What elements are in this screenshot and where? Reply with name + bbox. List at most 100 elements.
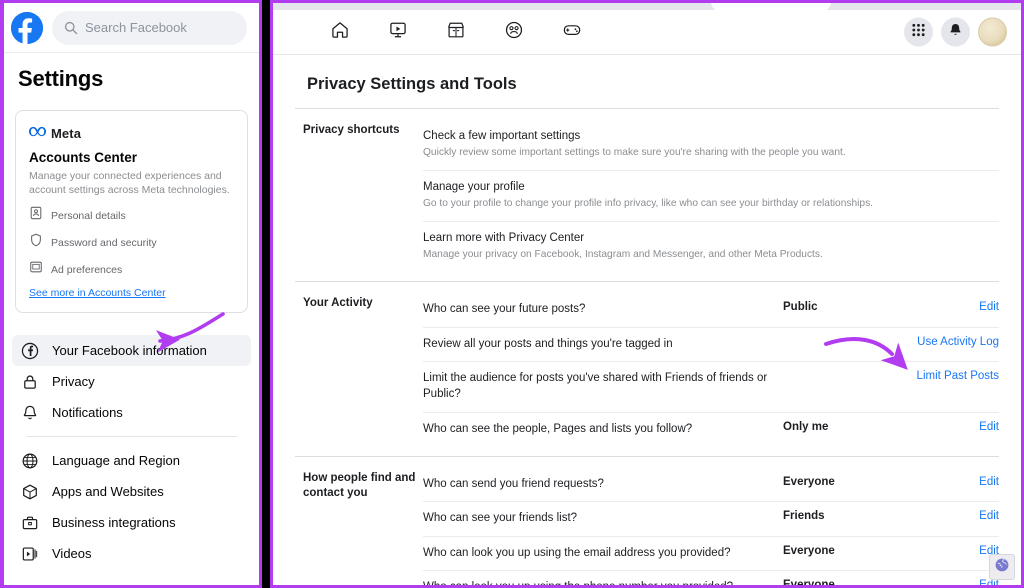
ad-screen-icon [29,260,43,279]
row-action-link[interactable]: Use Activity Log [903,336,999,348]
table-row[interactable]: Manage your profile Go to your profile t… [423,171,999,222]
nav-groups-button[interactable] [485,12,543,52]
meta-brand-row: Meta [29,124,234,142]
accounts-center-item-personal-details[interactable]: Personal details [29,206,234,225]
sidebar-item-business-integrations[interactable]: Business integrations [12,507,251,538]
notifications-bell-icon [948,22,963,42]
section-your-activity: Your Activity Who can see your future po… [295,282,999,446]
row-question: Check a few important settings [423,130,581,142]
section-privacy-shortcuts: Privacy shortcuts Check a few important … [295,109,999,271]
accounts-center-item-label: Personal details [51,209,126,222]
meta-brand-label: Meta [51,125,82,141]
row-value: Everyone [783,476,835,489]
row-question: Learn more with Privacy Center [423,231,585,244]
language-globe-badge[interactable] [989,554,1015,580]
row-action-link[interactable]: Edit [903,421,999,433]
row-question: Who can look you up using the email addr… [423,546,731,559]
screenshot-stage: Search Facebook Settings Meta Accounts C… [0,0,1024,588]
search-input[interactable]: Search Facebook [52,10,247,45]
sidebar-item-your-facebook-information[interactable]: Your Facebook information [12,335,251,367]
nav-home-button[interactable] [311,12,369,52]
row-value: Only me [783,420,829,433]
row-value: Friends [783,510,825,523]
gaming-icon [562,20,582,45]
accounts-center-item-password-and-security[interactable]: Password and security [29,233,234,252]
table-row: Who can see the people, Pages and lists … [423,413,999,446]
accounts-center-description: Manage your connected experiences and ac… [29,170,230,197]
nav-gaming-button[interactable] [543,12,601,52]
row-value: Everyone [783,544,835,557]
nav-marketplace-button[interactable] [427,12,485,52]
section-label: How people find and contact you [303,472,416,500]
sidebar-divider [26,436,237,438]
id-card-icon [29,206,43,225]
row-action-link[interactable]: Limit Past Posts [903,370,999,382]
row-action-link[interactable]: Edit [903,579,999,585]
sidebar-item-videos[interactable]: Videos [12,538,251,569]
notifications-button[interactable] [941,17,970,47]
facebook-logo[interactable] [11,11,43,44]
row-question: Who can see your future posts? [423,303,586,316]
briefcase-icon [20,513,39,532]
globe-icon [20,451,39,470]
row-subtitle: Quickly review some important settings t… [423,147,846,159]
sidebar-item-label: Privacy [52,374,95,390]
bell-icon [20,403,39,422]
section-label: Your Activity [303,297,373,310]
table-row: Who can see your friends list? Friends E… [423,502,999,537]
privacy-settings-content: Privacy Settings and Tools Privacy short… [273,55,1021,588]
sidebar-item-privacy[interactable]: Privacy [12,366,251,397]
sidebar-item-label: Language and Region [52,453,180,469]
table-row: Who can see your future posts? Public Ed… [423,293,999,328]
menu-grid-button[interactable] [904,17,933,47]
row-action-link[interactable]: Edit [903,476,999,488]
section-label: Privacy shortcuts [303,124,400,136]
accounts-center-title: Accounts Center [29,150,138,165]
shield-icon [29,233,43,252]
sidebar-item-label: Business integrations [52,515,176,531]
groups-icon [504,20,524,45]
page-title: Privacy Settings and Tools [307,75,517,93]
table-row: Review all your posts and things you're … [423,328,999,363]
sidebar-item-label: Your Facebook information [52,343,207,359]
accounts-center-card: Meta Accounts Center Manage your connect… [15,110,248,314]
marketplace-icon [446,20,466,45]
row-action-link[interactable]: Edit [903,301,999,313]
sidebar-item-notifications[interactable]: Notifications [12,397,251,428]
table-row[interactable]: Check a few important settings Quickly r… [423,120,999,171]
table-row: Who can look you up using the email addr… [423,537,999,572]
cube-icon [20,482,39,501]
row-action-link[interactable]: Edit [903,510,999,522]
table-row: Limit the audience for posts you've shar… [423,362,999,413]
watch-video-icon [388,20,408,45]
sidebar-item-label: Videos [52,546,92,562]
row-subtitle: Go to your profile to change your profil… [423,198,873,210]
row-question: Who can see the people, Pages and lists … [423,422,693,435]
globe-icon [994,557,1010,578]
section-how-people-find-and-contact-you: How people find and contact you Who can … [295,457,999,588]
accounts-center-item-label: Password and security [51,236,157,249]
facebook-main-navigation-bar [273,10,1021,55]
row-value: Everyone [783,579,835,588]
settings-nav-list: Your Facebook information Privacy Notifi… [4,335,259,569]
row-action-link[interactable]: Edit [903,545,999,557]
table-row: Who can send you friend requests? Everyo… [423,468,999,503]
facebook-settings-sidebar-panel: Search Facebook Settings Meta Accounts C… [0,0,262,588]
row-value: Public [783,301,818,314]
sidebar-item-language-and-region[interactable]: Language and Region [12,445,251,476]
accounts-center-item-label: Ad preferences [51,263,123,276]
video-icon [20,544,39,563]
facebook-circle-icon [20,341,39,360]
search-placeholder-text: Search Facebook [85,20,187,35]
accounts-center-item-ad-preferences[interactable]: Ad preferences [29,260,234,279]
home-icon [330,20,350,45]
browser-chrome-strip [273,3,1021,10]
see-more-accounts-center-link[interactable]: See more in Accounts Center [29,287,234,299]
table-row[interactable]: Learn more with Privacy Center Manage yo… [423,222,999,272]
lock-icon [20,372,39,391]
nav-watch-button[interactable] [369,12,427,52]
sidebar-item-apps-and-websites[interactable]: Apps and Websites [12,476,251,507]
row-question: Who can see your friends list? [423,512,578,525]
profile-avatar[interactable] [978,17,1007,47]
sidebar-item-label: Notifications [52,405,123,421]
